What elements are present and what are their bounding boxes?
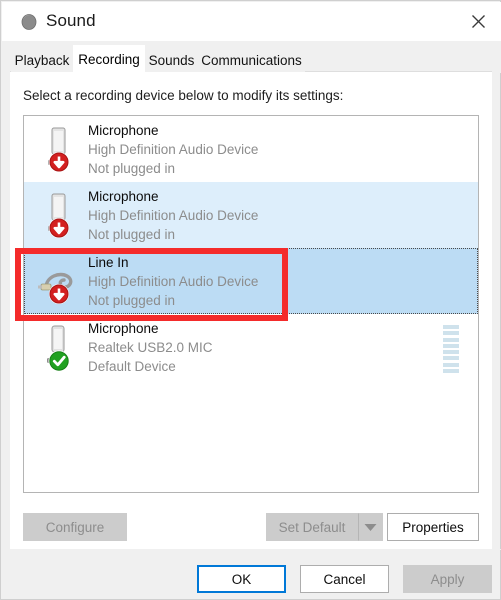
speaker-icon [19,12,39,32]
device-status: Not plugged in [88,161,176,176]
apply-button-label: Apply [430,571,465,587]
device-status: Not plugged in [88,227,176,242]
device-list-item[interactable]: Microphone Realtek USB2.0 MIC Default De… [24,314,478,380]
configure-button-label: Configure [45,519,105,535]
device-name: Microphone [88,123,159,138]
tab-recording[interactable]: Recording [73,45,145,74]
recording-device-list[interactable]: Microphone High Definition Audio Device … [23,115,479,493]
meter-segment [443,362,459,367]
meter-segment [443,343,459,348]
configure-button[interactable]: Configure [23,513,127,541]
instruction-label: Select a recording device below to modif… [23,88,344,103]
meter-segment [443,368,459,373]
meter-segment [443,331,459,336]
device-list-item-line-in[interactable]: Line In High Definition Audio Device Not… [24,248,478,314]
device-description: Realtek USB2.0 MIC [88,340,213,355]
footer-divider [1,549,501,550]
microphone-jack-icon [36,190,84,240]
ok-button-label: OK [231,571,252,587]
volume-level-meter [443,325,459,373]
microphone-jack-icon [36,124,84,174]
line-in-cable-icon [36,256,84,306]
device-name: Microphone [88,321,159,336]
usb-microphone-icon [36,322,84,372]
device-list-item[interactable]: Microphone High Definition Audio Device … [24,116,478,182]
device-status: Not plugged in [88,293,176,308]
properties-button[interactable]: Properties [387,513,479,541]
cancel-button-label: Cancel [323,571,366,587]
chevron-down-icon[interactable] [358,513,383,541]
meter-segment [443,325,459,329]
ok-button[interactable]: OK [197,565,286,593]
sound-dialog: Sound Playback Recording Sounds Communic… [0,0,501,600]
set-default-button-label: Set Default [278,519,346,535]
properties-button-label: Properties [402,519,464,535]
meter-segment [443,337,459,342]
apply-button[interactable]: Apply [403,565,492,593]
window-title: Sound [46,11,96,30]
device-description: High Definition Audio Device [88,142,259,157]
tab-sounds[interactable]: Sounds [145,47,198,73]
device-name: Microphone [88,189,159,204]
title-bar: Sound [2,2,501,42]
device-description: High Definition Audio Device [88,208,259,223]
cancel-button[interactable]: Cancel [300,565,389,593]
device-status: Default Device [88,359,176,374]
device-list-item[interactable]: Microphone High Definition Audio Device … [24,182,478,248]
device-name: Line In [88,255,129,270]
meter-segment [443,356,459,361]
meter-segment [443,350,459,355]
set-default-button[interactable]: Set Default [266,513,358,541]
tab-playback[interactable]: Playback [11,47,73,73]
close-icon[interactable] [456,2,501,40]
tab-communications[interactable]: Communications [198,47,305,73]
device-description: High Definition Audio Device [88,274,259,289]
